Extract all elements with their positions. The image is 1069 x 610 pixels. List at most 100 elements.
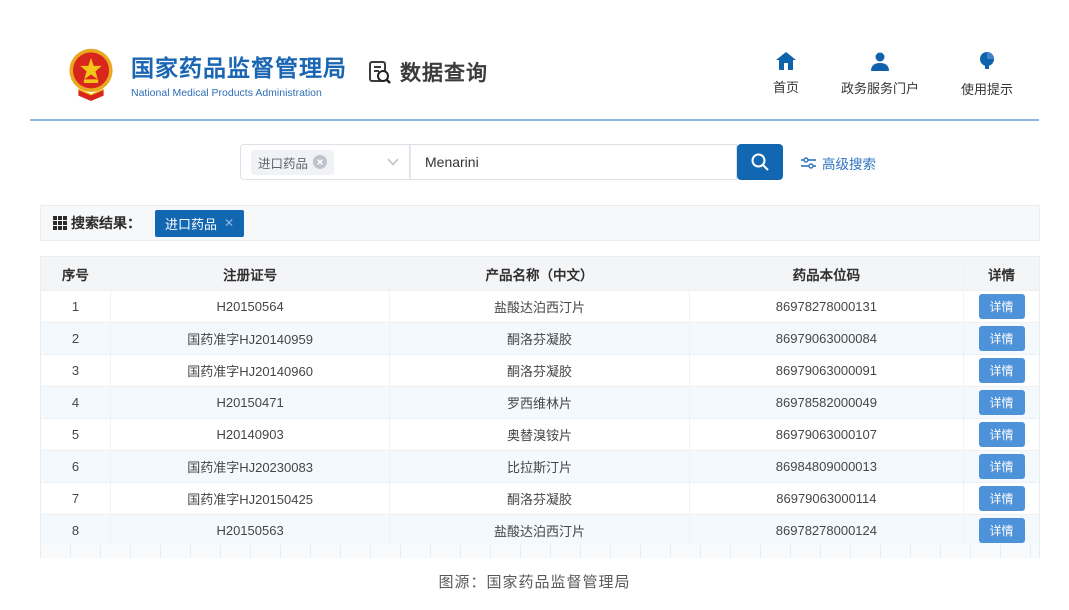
table-bottom-strip: [40, 545, 1040, 558]
search-category-select[interactable]: 进口药品: [240, 144, 410, 180]
search-icon: [750, 152, 770, 172]
row-product-code: 86979063000091: [690, 355, 964, 386]
col-header-product-code: 药品本位码: [690, 257, 964, 290]
header-divider: [30, 119, 1039, 121]
row-product-code: 86978582000049: [690, 387, 964, 418]
row-product-name: 酮洛芬凝胶: [390, 483, 689, 514]
row-product-name: 盐酸达泊西汀片: [390, 291, 689, 322]
col-header-product-name: 产品名称（中文）: [390, 257, 689, 290]
app-title-label: 数据查询: [400, 57, 488, 87]
detail-button[interactable]: 详情: [979, 358, 1025, 383]
tag-remove-icon[interactable]: [313, 155, 327, 169]
row-cert-no: 国药准字HJ20230083: [111, 451, 390, 482]
detail-button[interactable]: 详情: [979, 294, 1025, 319]
app-title: 数据查询: [366, 57, 488, 87]
advanced-search-link[interactable]: 高级搜索: [801, 153, 876, 173]
site-logo: 国家药品监督管理局 National Medical Products Admi…: [64, 46, 347, 102]
table-row: 6国药准字HJ20230083比拉斯汀片86984809000013 详情: [41, 450, 1039, 482]
row-product-code: 86979063000084: [690, 323, 964, 354]
detail-button[interactable]: 详情: [979, 422, 1025, 447]
col-header-detail: 详情: [964, 257, 1039, 290]
table-header-row: 序号 注册证号 产品名称（中文） 药品本位码 详情: [41, 257, 1039, 290]
row-cert-no: 国药准字HJ20140959: [111, 323, 390, 354]
detail-button[interactable]: 详情: [979, 518, 1025, 543]
row-index: 3: [41, 355, 111, 386]
image-source-caption: 图源：国家药品监督管理局: [0, 571, 1069, 592]
row-index: 2: [41, 323, 111, 354]
chevron-down-icon: [387, 158, 399, 166]
row-cert-no: 国药准字HJ20140960: [111, 355, 390, 386]
row-index: 8: [41, 515, 111, 546]
grid-icon: [53, 216, 67, 230]
results-label: 搜索结果：: [53, 213, 141, 233]
row-detail-cell: 详情: [964, 515, 1039, 546]
table-row: 4H20150471罗西维林片86978582000049 详情: [41, 386, 1039, 418]
row-detail-cell: 详情: [964, 483, 1039, 514]
table-body: 1H20150564盐酸达泊西汀片86978278000131详情2国药准字HJ…: [41, 290, 1039, 546]
row-product-code: 86979063000114: [690, 483, 964, 514]
table-row: 8H20150563盐酸达泊西汀片86978278000124 详情: [41, 514, 1039, 546]
row-detail-cell: 详情: [964, 387, 1039, 418]
row-product-name: 盐酸达泊西汀片: [390, 515, 689, 546]
search-input[interactable]: [410, 144, 737, 180]
top-nav: 首页 政务服务门户 使用提示: [773, 52, 1013, 98]
row-index: 5: [41, 419, 111, 450]
nav-label-tips: 使用提示: [961, 79, 1013, 98]
category-tag-label: 进口药品: [258, 153, 308, 172]
row-product-code: 86984809000013: [690, 451, 964, 482]
filter-tag-close-icon[interactable]: ✕: [224, 217, 234, 229]
org-name-en: National Medical Products Administration: [131, 87, 347, 99]
results-table: 序号 注册证号 产品名称（中文） 药品本位码 详情 1H20150564盐酸达泊…: [40, 256, 1040, 546]
table-row: 7国药准字HJ20150425酮洛芬凝胶86979063000114 详情: [41, 482, 1039, 514]
row-product-name: 酮洛芬凝胶: [390, 355, 689, 386]
org-name-cn: 国家药品监督管理局: [131, 49, 347, 83]
detail-button[interactable]: 详情: [979, 326, 1025, 351]
row-index: 6: [41, 451, 111, 482]
row-cert-no: H20150471: [111, 387, 390, 418]
row-product-code: 86979063000107: [690, 419, 964, 450]
row-index: 1: [41, 291, 111, 322]
row-detail-cell: 详情: [964, 355, 1039, 386]
row-detail-cell: 详情: [964, 451, 1039, 482]
row-product-name: 比拉斯汀片: [390, 451, 689, 482]
detail-button[interactable]: 详情: [979, 390, 1025, 415]
nav-item-home[interactable]: 首页: [773, 52, 799, 98]
nav-item-portal[interactable]: 政务服务门户: [841, 52, 919, 98]
row-product-code: 86978278000124: [690, 515, 964, 546]
table-row: 5H20140903奥替溴铵片86979063000107 详情: [41, 418, 1039, 450]
category-tag: 进口药品: [251, 150, 334, 175]
table-row: 2国药准字HJ20140959酮洛芬凝胶86979063000084 详情: [41, 322, 1039, 354]
table-row: 3国药准字HJ20140960酮洛芬凝胶86979063000091 详情: [41, 354, 1039, 386]
row-detail-cell: 详情: [964, 291, 1039, 322]
row-product-name: 酮洛芬凝胶: [390, 323, 689, 354]
detail-button[interactable]: 详情: [979, 486, 1025, 511]
home-icon: [776, 52, 796, 70]
search-button[interactable]: [737, 144, 783, 180]
page: 国家药品监督管理局 National Medical Products Admi…: [0, 0, 1069, 610]
row-cert-no: H20150563: [111, 515, 390, 546]
col-header-index: 序号: [41, 257, 111, 290]
row-product-code: 86978278000131: [690, 291, 964, 322]
row-cert-no: 国药准字HJ20150425: [111, 483, 390, 514]
row-detail-cell: 详情: [964, 419, 1039, 450]
col-header-cert-no: 注册证号: [111, 257, 390, 290]
row-product-name: 奥替溴铵片: [390, 419, 689, 450]
filter-tag-label: 进口药品: [165, 214, 217, 233]
results-bar: 搜索结果： 进口药品 ✕: [40, 205, 1040, 241]
results-label-text: 搜索结果：: [71, 213, 141, 233]
active-filter-tag[interactable]: 进口药品 ✕: [155, 210, 244, 237]
data-query-icon: [366, 59, 393, 86]
filter-sliders-icon: [801, 156, 816, 170]
row-index: 4: [41, 387, 111, 418]
row-index: 7: [41, 483, 111, 514]
row-cert-no: H20150564: [111, 291, 390, 322]
row-cert-no: H20140903: [111, 419, 390, 450]
national-emblem-icon: [64, 46, 118, 102]
detail-button[interactable]: 详情: [979, 454, 1025, 479]
row-product-name: 罗西维林片: [390, 387, 689, 418]
bulb-icon: [979, 52, 995, 72]
nav-label-portal: 政务服务门户: [841, 78, 919, 97]
row-detail-cell: 详情: [964, 323, 1039, 354]
nav-label-home: 首页: [773, 77, 799, 96]
nav-item-tips[interactable]: 使用提示: [961, 52, 1013, 98]
